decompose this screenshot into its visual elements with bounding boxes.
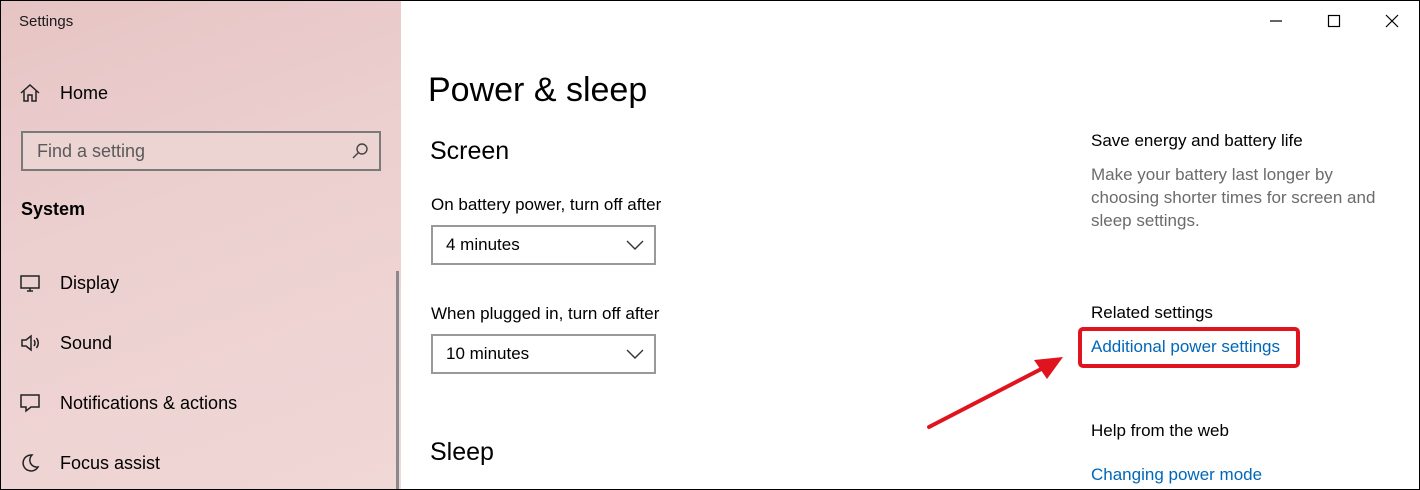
search-box[interactable] [21, 131, 381, 171]
search-icon[interactable] [351, 142, 369, 160]
sidebar-item-notifications[interactable]: Notifications & actions [19, 388, 379, 418]
maximize-button[interactable] [1305, 1, 1363, 41]
monitor-icon [20, 275, 40, 292]
sidebar-item-home[interactable]: Home [19, 79, 379, 107]
screen-heading: Screen [430, 137, 510, 165]
sidebar-scrollbar[interactable] [396, 271, 399, 489]
chevron-down-icon [626, 349, 644, 359]
related-settings-title: Related settings [1091, 303, 1213, 322]
home-icon [20, 83, 40, 102]
plugged-label: When plugged in, turn off after [431, 304, 660, 323]
battery-label: On battery power, turn off after [431, 195, 662, 214]
sidebar-item-label: Home [60, 82, 109, 103]
page-title: Power & sleep [428, 71, 648, 109]
dropdown-value: 10 minutes [446, 344, 530, 363]
chevron-down-icon [626, 240, 644, 250]
sidebar-item-label: Focus assist [60, 452, 161, 473]
settings-window: Settings Home System Display Sound [0, 0, 1420, 490]
battery-timeout-dropdown[interactable]: 4 minutes [431, 225, 656, 265]
close-icon [1385, 14, 1399, 28]
maximize-icon [1327, 14, 1341, 28]
sidebar-item-label: Notifications & actions [60, 392, 238, 413]
sidebar-item-label: Display [60, 272, 120, 293]
speaker-icon [21, 334, 39, 352]
search-input[interactable] [37, 140, 351, 162]
sidebar-section-title: System [21, 199, 86, 219]
main-content: Power & sleep Screen On battery power, t… [401, 1, 1419, 489]
sidebar: Settings Home System Display Sound [1, 1, 401, 489]
plugged-timeout-dropdown[interactable]: 10 minutes [431, 334, 656, 374]
sidebar-item-sound[interactable]: Sound [19, 328, 379, 358]
sidebar-item-display[interactable]: Display [19, 268, 379, 298]
sleep-heading: Sleep [430, 438, 494, 466]
window-controls [1247, 1, 1419, 41]
save-energy-description: Make your battery last longer by choosin… [1091, 165, 1376, 230]
save-energy-title: Save energy and battery life [1091, 131, 1303, 150]
sidebar-item-focus-assist[interactable]: Focus assist [19, 448, 379, 478]
moon-icon [22, 454, 40, 472]
sidebar-item-label: Sound [60, 332, 113, 353]
highlight-box [1078, 327, 1300, 368]
red-arrow-annotation [927, 357, 1063, 429]
minimize-icon [1270, 20, 1282, 22]
notification-icon [20, 394, 40, 413]
changing-power-mode-link[interactable]: Changing power mode [1091, 465, 1262, 485]
close-button[interactable] [1363, 1, 1419, 41]
minimize-button[interactable] [1247, 1, 1305, 41]
help-title: Help from the web [1091, 421, 1229, 440]
app-title: Settings [19, 13, 74, 30]
dropdown-value: 4 minutes [446, 235, 520, 254]
